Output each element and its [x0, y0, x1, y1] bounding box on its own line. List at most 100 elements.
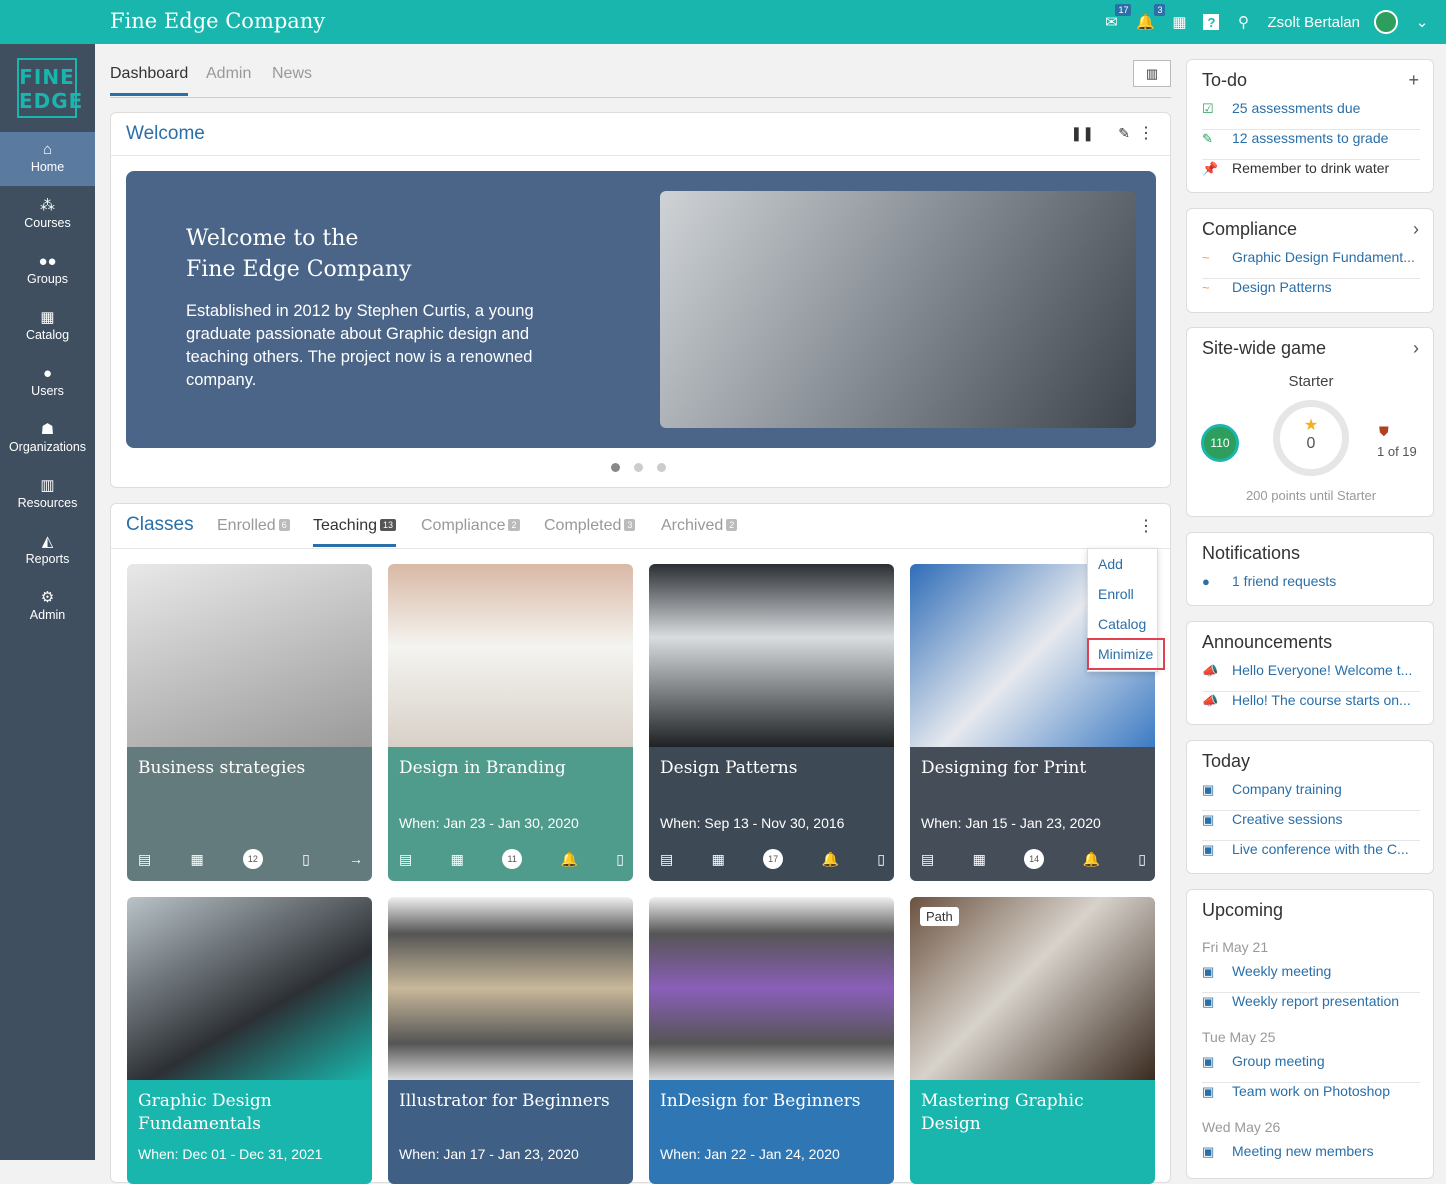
tab-enrolled[interactable]: Enrolled 6	[217, 517, 290, 535]
gradebook-icon[interactable]: ▤	[399, 851, 412, 868]
carousel-dot[interactable]	[657, 463, 666, 472]
menu-item-enroll[interactable]: Enroll	[1098, 586, 1134, 602]
sidebar-item-admin[interactable]: ⚙ Admin	[0, 580, 95, 634]
course-card[interactable]: Path Mastering Graphic Design	[910, 897, 1155, 1184]
members-badge[interactable]: 12	[242, 849, 263, 869]
course-card[interactable]: Design in Branding When: Jan 23 - Jan 30…	[388, 564, 633, 881]
upcoming-item[interactable]: ▣ Weekly report presentation	[1202, 993, 1420, 1023]
file-icon[interactable]: ▯	[616, 851, 624, 868]
calendar-day-icon: ▣	[1202, 1084, 1215, 1099]
course-card[interactable]: Illustrator for Beginners When: Jan 17 -…	[388, 897, 633, 1184]
members-badge[interactable]: 11	[502, 849, 523, 869]
compliance-title[interactable]: Compliance	[1202, 219, 1297, 240]
sidebar-item-home[interactable]: ⌂ Home	[0, 132, 95, 186]
file-icon[interactable]: ▯	[877, 851, 885, 868]
messages-icon[interactable]: ✉ 17	[1101, 4, 1132, 32]
members-badge[interactable]: 14	[1024, 849, 1045, 869]
announcement-item[interactable]: 📣 Hello! The course starts on...	[1202, 692, 1420, 722]
more-icon[interactable]: ⋮	[1138, 123, 1154, 143]
sidebar-item-courses[interactable]: ⁂ Courses	[0, 188, 95, 242]
chevron-right-icon[interactable]: ›	[1413, 219, 1419, 240]
edit-icon[interactable]: ✎	[1118, 125, 1130, 142]
add-icon[interactable]: +	[1408, 70, 1419, 91]
upcoming-item[interactable]: ▣ Meeting new members	[1202, 1143, 1420, 1173]
avatar[interactable]	[1374, 10, 1398, 34]
tab-admin[interactable]: Admin	[206, 65, 251, 83]
course-card[interactable]: Design Patterns When: Sep 13 - Nov 30, 2…	[649, 564, 894, 881]
user-name[interactable]: Zsolt Bertalan	[1267, 14, 1360, 31]
pause-icon[interactable]: ❚❚	[1071, 125, 1094, 142]
chevron-down-icon[interactable]: ⌄	[1412, 12, 1432, 32]
notifications-title: Notifications	[1202, 543, 1301, 563]
calendar-icon[interactable]: ▦	[190, 851, 203, 868]
announcements-title: Announcements	[1202, 632, 1333, 652]
game-title[interactable]: Site-wide game	[1202, 338, 1326, 359]
tab-completed[interactable]: Completed 3	[544, 517, 636, 535]
logo[interactable]: FINE EDGE	[17, 58, 82, 118]
compliance-item[interactable]: ~ Design Patterns	[1202, 279, 1420, 309]
upcoming-item[interactable]: ▣ Team work on Photoshop	[1202, 1083, 1420, 1113]
calendar-icon[interactable]: ▦	[451, 851, 464, 868]
help-icon[interactable]: ?	[1203, 14, 1220, 30]
file-icon[interactable]: ▯	[302, 851, 310, 868]
sidebar-item-label: Home	[30, 160, 65, 174]
carousel-dot[interactable]	[611, 463, 620, 472]
todo-item[interactable]: ☑ 25 assessments due	[1202, 100, 1420, 130]
compliance-item[interactable]: ~ Graphic Design Fundament...	[1202, 249, 1420, 279]
sidebar-item-resources[interactable]: ▥ Resources	[0, 468, 95, 522]
brand-title[interactable]: Fine Edge Company	[110, 9, 325, 33]
gradebook-icon[interactable]: ▤	[660, 851, 673, 868]
tab-compliance[interactable]: Compliance 2	[421, 517, 520, 535]
course-dates: When: Jan 23 - Jan 30, 2020	[399, 815, 579, 831]
arrow-right-icon[interactable]: →	[349, 851, 363, 867]
search-icon[interactable]: ⚲	[1233, 12, 1253, 32]
course-card[interactable]: Business strategies ▤ ▦ 12 ▯ →	[127, 564, 372, 881]
gradebook-icon[interactable]: ▤	[138, 851, 151, 868]
game-points: 0	[1306, 435, 1316, 452]
sidebar-item-catalog[interactable]: ▦ Catalog	[0, 300, 95, 354]
calendar-icon[interactable]: ▦	[973, 851, 986, 868]
upcoming-item[interactable]: ▣ Group meeting	[1202, 1053, 1420, 1083]
course-body: InDesign for Beginners When: Jan 22 - Ja…	[649, 1080, 894, 1184]
upcoming-item[interactable]: ▣ Weekly meeting	[1202, 963, 1420, 993]
menu-item-add[interactable]: Add	[1098, 556, 1123, 572]
tab-news[interactable]: News	[272, 65, 312, 83]
sidebar-item-organizations[interactable]: ☗ Organizations	[0, 412, 95, 466]
carousel-dot[interactable]	[634, 463, 643, 472]
file-icon[interactable]: ▯	[1138, 851, 1146, 868]
bell-icon[interactable]: 🔔	[822, 851, 839, 868]
bell-icon[interactable]: 🔔 3	[1135, 4, 1166, 32]
announcement-label: Hello Everyone! Welcome t...	[1232, 662, 1413, 678]
bell-icon[interactable]: 🔔	[561, 851, 578, 868]
gradebook-icon[interactable]: ▤	[921, 851, 934, 868]
sidebar: FINE EDGE ⌂ Home ⁂ Courses ●● Groups ▦ Catal…	[0, 44, 95, 1160]
calendar-icon[interactable]: ▦	[712, 851, 725, 868]
compliance-card: Compliance › ~ Graphic Design Fundament..…	[1186, 208, 1434, 313]
avatar[interactable]: 110	[1201, 424, 1239, 462]
classes-more-icon[interactable]: ⋮	[1138, 516, 1154, 536]
today-item[interactable]: ▣ Live conference with the C...	[1202, 841, 1420, 871]
layout-button[interactable]: ▥	[1133, 60, 1171, 87]
sidebar-item-users[interactable]: ● Users	[0, 356, 95, 410]
course-card[interactable]: Graphic Design Fundamentals When: Dec 01…	[127, 897, 372, 1184]
todo-item[interactable]: ✎ 12 assessments to grade	[1202, 130, 1420, 160]
users-icon: ●	[42, 365, 53, 382]
classes-title[interactable]: Classes	[126, 514, 194, 536]
bell-icon[interactable]: 🔔	[1083, 851, 1100, 868]
today-item[interactable]: ▣ Company training	[1202, 781, 1420, 811]
today-item[interactable]: ▣ Creative sessions	[1202, 811, 1420, 841]
menu-item-catalog[interactable]: Catalog	[1098, 616, 1146, 632]
tab-dashboard[interactable]: Dashboard	[110, 65, 189, 96]
announcement-item[interactable]: 📣 Hello Everyone! Welcome t...	[1202, 662, 1420, 692]
chevron-right-icon[interactable]: ›	[1413, 338, 1419, 359]
members-badge[interactable]: 17	[763, 849, 784, 869]
todo-item[interactable]: 📌 Remember to drink water	[1202, 160, 1420, 190]
sidebar-item-groups[interactable]: ●● Groups	[0, 244, 95, 298]
organizations-icon: ☗	[40, 421, 55, 438]
tab-archived[interactable]: Archived 2	[661, 517, 738, 535]
notification-item[interactable]: ● 1 friend requests	[1202, 573, 1420, 603]
course-card[interactable]: InDesign for Beginners When: Jan 22 - Ja…	[649, 897, 894, 1184]
tab-teaching[interactable]: Teaching 13	[313, 517, 397, 547]
calendar-icon[interactable]: ▦	[1169, 12, 1189, 32]
sidebar-item-reports[interactable]: ◭ Reports	[0, 524, 95, 578]
